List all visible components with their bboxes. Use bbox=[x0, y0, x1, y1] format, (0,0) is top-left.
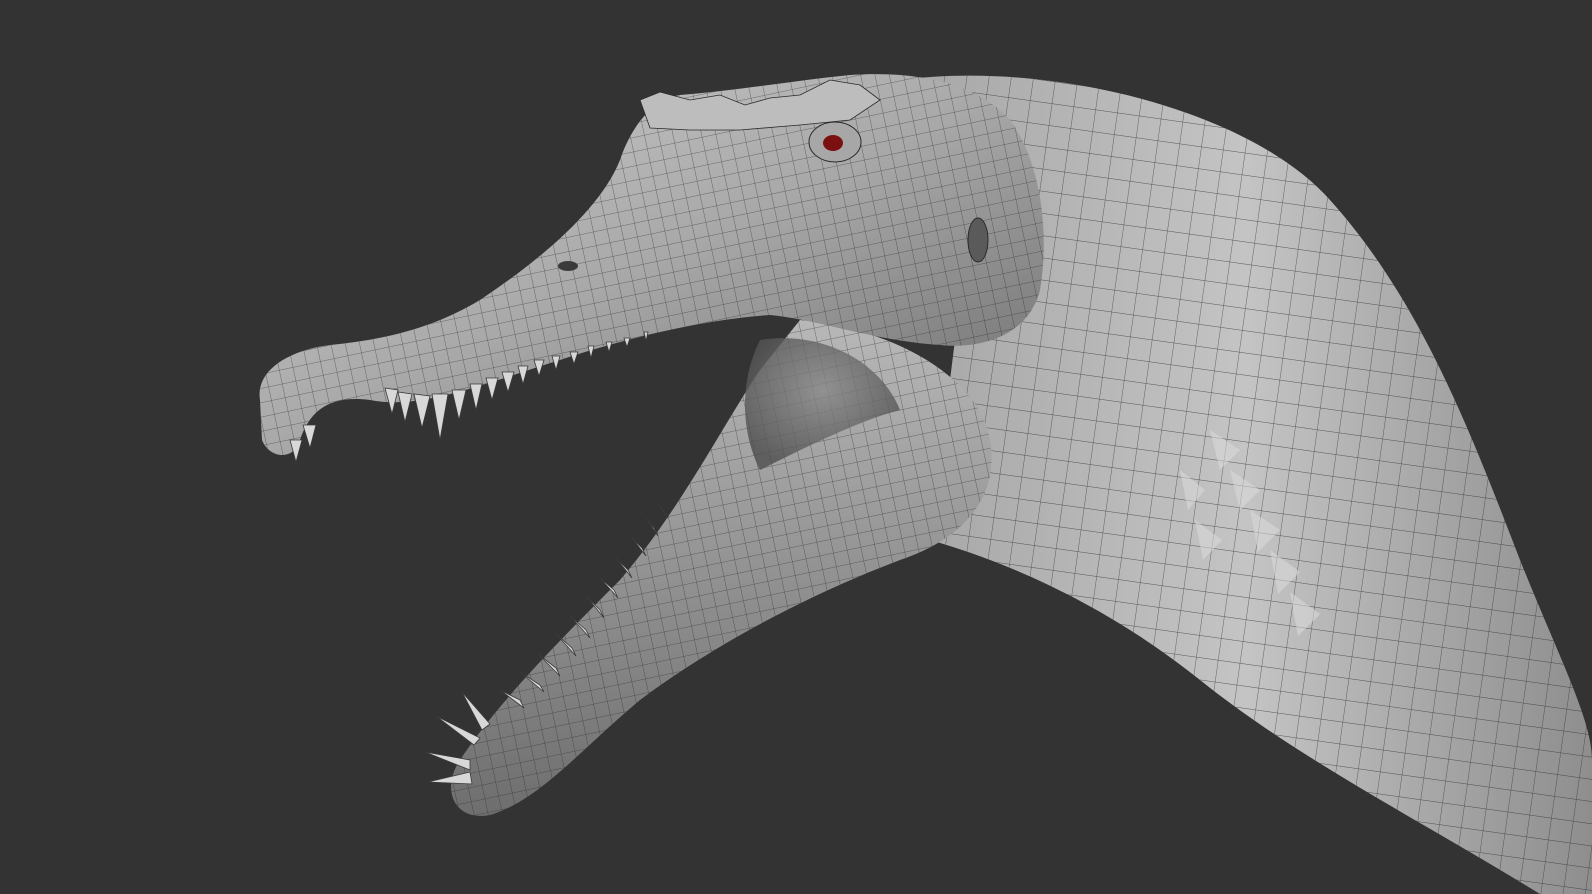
eye bbox=[808, 121, 862, 163]
render-viewport bbox=[0, 0, 1592, 894]
lower-jaw bbox=[451, 320, 992, 816]
ear-opening bbox=[967, 217, 989, 263]
model-render bbox=[259, 74, 1592, 894]
nostril bbox=[558, 261, 578, 271]
